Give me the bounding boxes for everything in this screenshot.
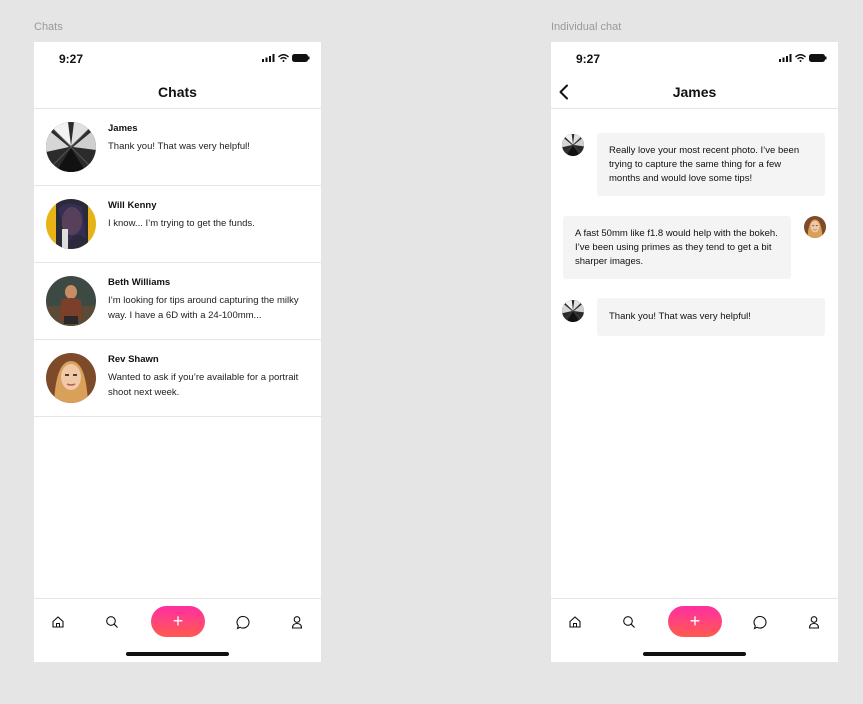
- tab-home[interactable]: [566, 613, 584, 631]
- profile-icon: [291, 616, 303, 629]
- chat-preview: I know... I’m trying to get the funds.: [108, 218, 255, 229]
- page-title: Chats: [158, 84, 197, 100]
- battery-icon: [809, 54, 827, 62]
- wifi-icon: [795, 54, 806, 62]
- avatar: [804, 216, 826, 238]
- search-icon: [106, 616, 118, 628]
- message-text: Thank you! That was very helpful!: [609, 311, 751, 322]
- search-icon: [623, 616, 635, 628]
- chats-header: Chats: [34, 76, 321, 109]
- add-button[interactable]: +: [151, 606, 205, 637]
- signal-icon: [779, 54, 792, 62]
- status-bar: 9:27: [551, 42, 838, 76]
- chat-list-item-rev-shawn[interactable]: Rev Shawn Wanted to ask if you’re availa…: [34, 340, 321, 417]
- plus-icon: +: [689, 611, 701, 631]
- plus-icon: +: [172, 611, 184, 631]
- message-text: A fast 50mm like f1.8 would help with th…: [575, 227, 778, 267]
- avatar: [46, 199, 96, 249]
- tab-search[interactable]: [620, 613, 638, 631]
- avatar: [562, 300, 584, 322]
- chat-name: Will Kenny: [108, 200, 157, 211]
- status-time: 9:27: [576, 52, 601, 66]
- chat-name: Rev Shawn: [108, 354, 159, 365]
- tab-profile[interactable]: [805, 613, 823, 631]
- profile-icon: [808, 616, 820, 629]
- chat-header: James: [551, 76, 838, 109]
- chat-bubble-icon: [236, 615, 249, 630]
- chat-name: Beth Williams: [108, 277, 171, 288]
- tab-search[interactable]: [103, 613, 121, 631]
- avatar: [46, 353, 96, 403]
- chat-preview: I’m looking for tips around capturing th…: [108, 295, 299, 321]
- chat-bubble-icon: [753, 615, 766, 630]
- message-bubble-incoming: Really love your most recent photo. I’ve…: [597, 133, 825, 196]
- tab-messages[interactable]: [751, 613, 769, 631]
- chat-preview: Wanted to ask if you’re available for a …: [108, 372, 299, 398]
- tab-profile[interactable]: [288, 613, 306, 631]
- add-button[interactable]: +: [668, 606, 722, 637]
- avatar: [46, 276, 96, 326]
- chat-list-item-james[interactable]: James Thank you! That was very helpful!: [34, 109, 321, 186]
- message-bubble-outgoing: A fast 50mm like f1.8 would help with th…: [563, 216, 791, 279]
- chats-screen: 9:27 Chats James Thank you! That was ver…: [34, 42, 321, 662]
- wifi-icon: [278, 54, 289, 62]
- status-time: 9:27: [59, 52, 84, 66]
- home-indicator: [126, 652, 229, 656]
- status-icons: [779, 54, 827, 62]
- contact-name: James: [672, 84, 717, 100]
- home-icon: [569, 616, 581, 628]
- battery-icon: [292, 54, 310, 62]
- tab-bar: +: [34, 598, 321, 662]
- chat-list-item-will-kenny[interactable]: Will Kenny I know... I’m trying to get t…: [34, 186, 321, 263]
- status-icons: [262, 54, 310, 62]
- tab-home[interactable]: [49, 613, 67, 631]
- avatar: [46, 122, 96, 172]
- tab-bar: +: [551, 598, 838, 662]
- status-bar: 9:27: [34, 42, 321, 76]
- message-text: Really love your most recent photo. I’ve…: [609, 144, 800, 184]
- chat-name: James: [108, 123, 138, 134]
- home-icon: [52, 616, 64, 628]
- chat-preview: Thank you! That was very helpful!: [108, 141, 250, 152]
- signal-icon: [262, 54, 275, 62]
- individual-chat-screen: 9:27 James Really love your most recent …: [551, 42, 838, 662]
- tab-messages[interactable]: [234, 613, 252, 631]
- back-chevron-icon[interactable]: [557, 84, 571, 100]
- frame-label-chats: Chats: [34, 21, 63, 33]
- avatar: [562, 134, 584, 156]
- chat-list-item-beth-williams[interactable]: Beth Williams I’m looking for tips aroun…: [34, 263, 321, 340]
- frame-label-individual-chat: Individual chat: [551, 21, 622, 33]
- message-bubble-incoming: Thank you! That was very helpful!: [597, 298, 825, 336]
- home-indicator: [643, 652, 746, 656]
